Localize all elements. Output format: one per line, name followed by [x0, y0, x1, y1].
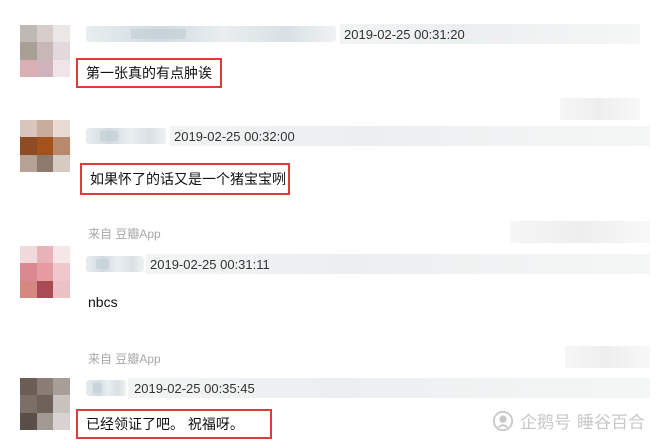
avatar-pixel [20, 378, 37, 396]
avatar-pixel [36, 42, 54, 60]
avatar-pixel [53, 120, 70, 138]
avatar-pixel [20, 395, 37, 413]
avatar[interactable] [20, 120, 70, 172]
comment-text-highlighted: 第一张真的有点肿诶 [76, 58, 222, 88]
comment-timestamp: 2019-02-25 00:31:11 [150, 257, 270, 272]
username-blurred[interactable] [86, 256, 144, 272]
avatar-pixel [53, 137, 70, 155]
comment-source: 来自 豆瓣App [88, 227, 161, 241]
avatar-pixel [53, 378, 70, 396]
avatar-pixel [53, 280, 70, 298]
avatar-pixel [20, 42, 37, 60]
avatar-pixel [36, 263, 54, 281]
watermark-author: 睡谷百合 [577, 413, 645, 432]
avatar-pixel [20, 246, 37, 264]
avatar-pixel [36, 280, 54, 298]
comment-text: 第一张真的有点肿诶 [86, 65, 212, 81]
username-blurred[interactable] [86, 128, 166, 144]
avatar-pixel [20, 120, 37, 138]
username-blurred[interactable] [86, 26, 336, 42]
comment-text: 如果怀了的话又是一个猪宝宝咧 [90, 171, 286, 187]
avatar-pixel [20, 412, 37, 430]
comment-timestamp: 2019-02-25 00:31:20 [344, 27, 465, 42]
comment-text: nbcs [88, 294, 118, 310]
avatar-pixel [53, 154, 70, 172]
username-blurred[interactable] [86, 380, 126, 396]
avatar-pixel [53, 263, 70, 281]
avatar-pixel [36, 395, 54, 413]
avatar-pixel [36, 412, 54, 430]
avatar-pixel [36, 246, 54, 264]
avatar-pixel [36, 137, 54, 155]
watermark: 企鹅号 睡谷百合 [492, 408, 645, 433]
avatar-pixel [20, 280, 37, 298]
avatar-pixel [53, 42, 70, 60]
avatar-pixel [20, 137, 37, 155]
comment-text-highlighted: 已经领证了吧。 祝福呀。 [76, 409, 272, 439]
blurred-region [510, 221, 650, 243]
avatar-pixel [53, 25, 70, 43]
blurred-region [565, 346, 650, 368]
avatar[interactable] [20, 378, 70, 430]
blurred-region [560, 98, 640, 120]
avatar-pixel [36, 25, 54, 43]
avatar-pixel [36, 378, 54, 396]
avatar[interactable] [20, 25, 70, 77]
avatar-pixel [20, 59, 37, 77]
avatar-pixel [20, 263, 37, 281]
avatar-pixel [53, 395, 70, 413]
avatar[interactable] [20, 246, 70, 298]
avatar-pixel [36, 59, 54, 77]
avatar-pixel [36, 120, 54, 138]
comment-timestamp: 2019-02-25 00:32:00 [174, 129, 295, 144]
avatar-pixel [53, 412, 70, 430]
avatar-pixel [20, 154, 37, 172]
avatar-pixel [53, 246, 70, 264]
watermark-brand: 企鹅号 [520, 413, 571, 432]
comment-text: 已经领证了吧。 祝福呀。 [86, 416, 244, 432]
penguin-logo-icon [492, 410, 514, 431]
avatar-pixel [20, 25, 37, 43]
comment-timestamp: 2019-02-25 00:35:45 [134, 381, 255, 396]
comment-source: 来自 豆瓣App [88, 352, 161, 366]
comment-text-highlighted: 如果怀了的话又是一个猪宝宝咧 [80, 163, 290, 195]
avatar-pixel [36, 154, 54, 172]
avatar-pixel [53, 59, 70, 77]
